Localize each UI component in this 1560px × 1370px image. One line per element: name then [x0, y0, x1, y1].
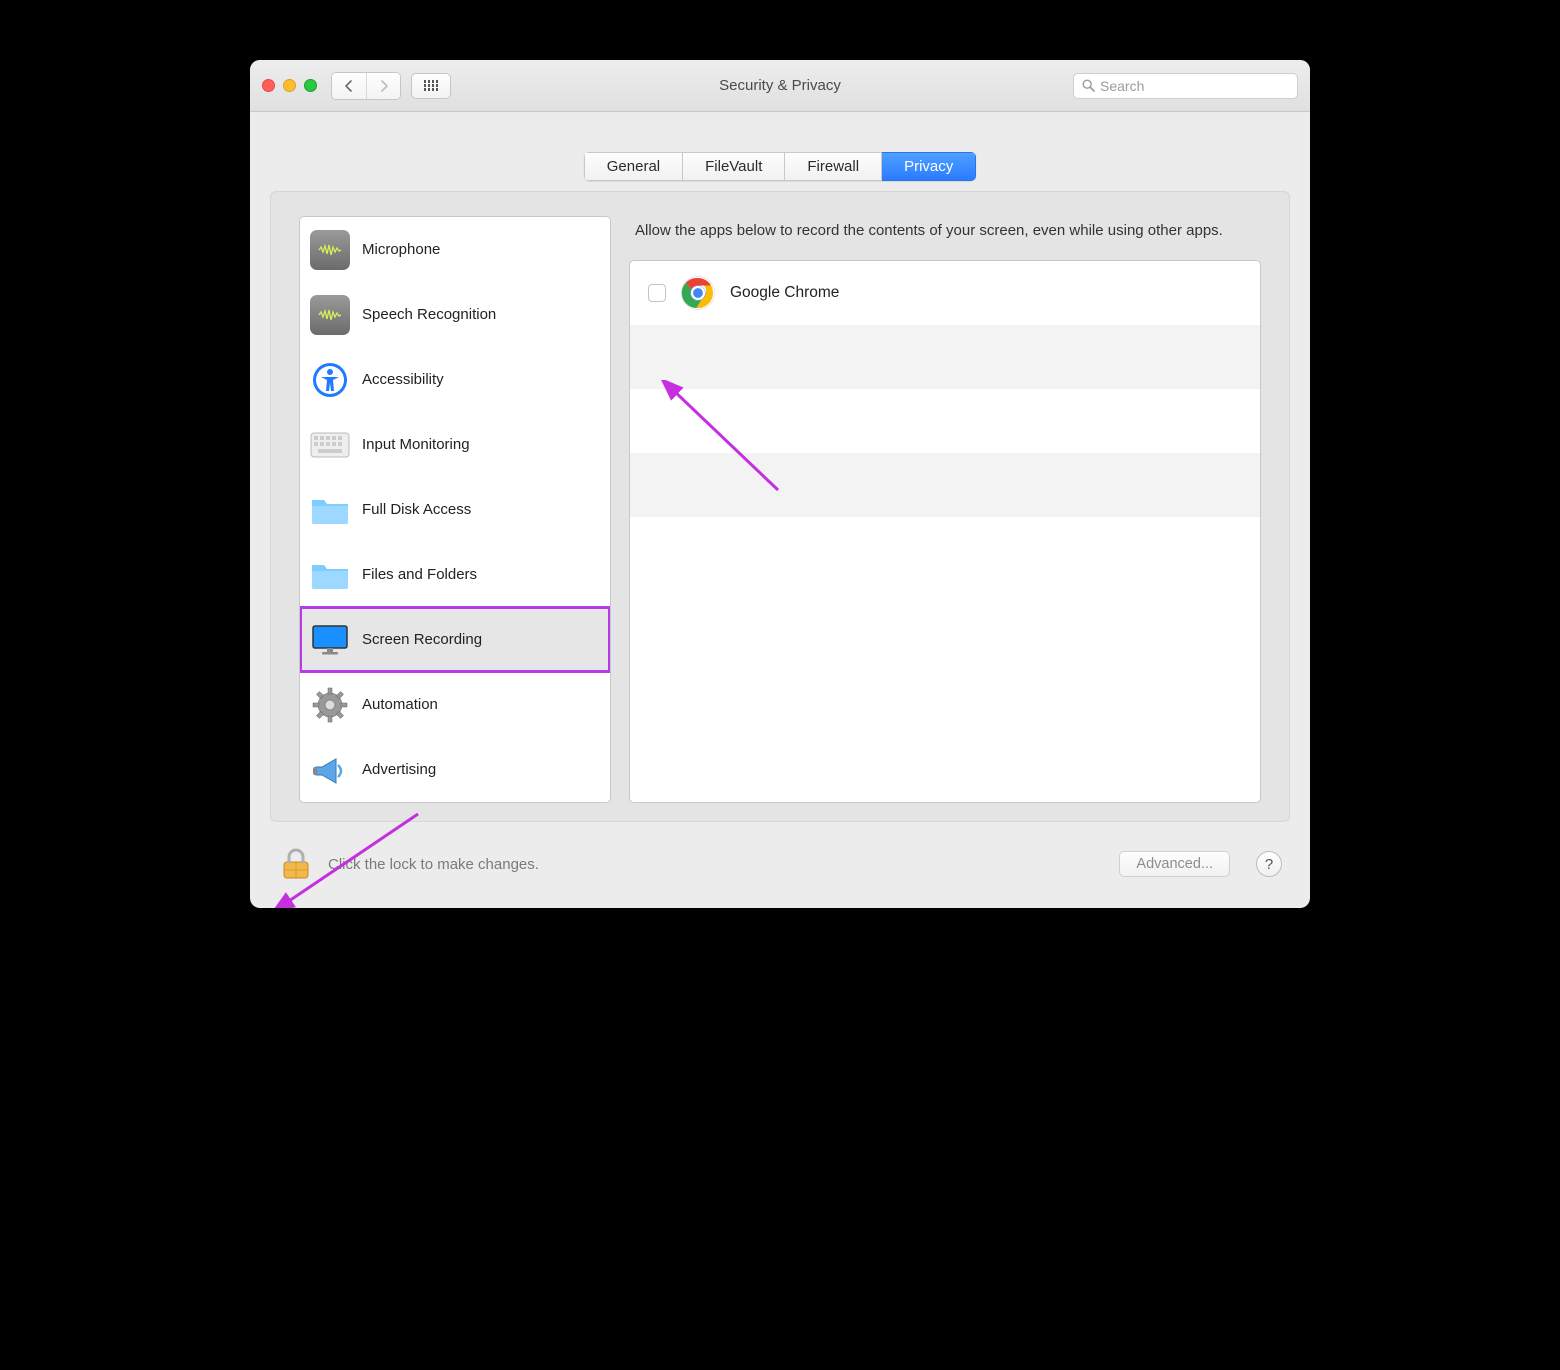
megaphone-icon	[310, 750, 350, 790]
keyboard-icon	[310, 425, 350, 465]
lock-text: Click the lock to make changes.	[328, 856, 539, 873]
sidebar-item-label: Microphone	[362, 241, 440, 258]
sidebar-item-label: Full Disk Access	[362, 501, 471, 518]
privacy-sidebar: Microphone Speech Recognition Acc	[299, 216, 611, 803]
show-all-button[interactable]	[411, 73, 451, 99]
sidebar-item-label: Screen Recording	[362, 631, 482, 648]
sidebar-item-advertising[interactable]: Advertising	[300, 737, 610, 802]
sidebar-item-files-folders[interactable]: Files and Folders	[300, 542, 610, 607]
search-icon	[1082, 79, 1095, 92]
sidebar-item-automation[interactable]: Automation	[300, 672, 610, 737]
app-row[interactable]: Google Chrome	[630, 261, 1260, 325]
close-button[interactable]	[262, 79, 275, 92]
titlebar: Security & Privacy	[250, 60, 1310, 112]
sidebar-item-label: Speech Recognition	[362, 306, 496, 323]
help-button[interactable]: ?	[1256, 851, 1282, 877]
zoom-button[interactable]	[304, 79, 317, 92]
app-row-empty	[630, 389, 1260, 453]
app-checkbox[interactable]	[648, 284, 666, 302]
app-row-empty	[630, 453, 1260, 517]
sidebar-item-label: Automation	[362, 696, 438, 713]
sidebar-item-label: Accessibility	[362, 371, 444, 388]
footer: Click the lock to make changes. Advanced…	[250, 840, 1310, 908]
sidebar-item-screen-recording[interactable]: Screen Recording	[300, 607, 610, 672]
sidebar-item-label: Input Monitoring	[362, 436, 470, 453]
main-content: Microphone Speech Recognition Acc	[270, 191, 1290, 822]
app-row-empty	[630, 325, 1260, 389]
panel-description: Allow the apps below to record the conte…	[629, 216, 1261, 260]
tab-firewall[interactable]: Firewall	[785, 152, 882, 181]
display-icon	[310, 620, 350, 660]
tab-privacy[interactable]: Privacy	[882, 152, 976, 181]
minimize-button[interactable]	[283, 79, 296, 92]
app-name: Google Chrome	[730, 284, 839, 302]
advanced-button[interactable]: Advanced...	[1119, 851, 1230, 877]
sidebar-item-input-monitoring[interactable]: Input Monitoring	[300, 412, 610, 477]
folder-icon	[310, 490, 350, 530]
sidebar-item-speech[interactable]: Speech Recognition	[300, 282, 610, 347]
chrome-icon	[680, 275, 716, 311]
tab-filevault[interactable]: FileVault	[683, 152, 785, 181]
microphone-icon	[310, 230, 350, 270]
accessibility-icon	[310, 360, 350, 400]
gear-icon	[310, 685, 350, 725]
tab-general[interactable]: General	[584, 152, 683, 181]
search-field[interactable]	[1073, 73, 1298, 99]
nav-buttons	[331, 72, 401, 100]
sidebar-item-microphone[interactable]: Microphone	[300, 217, 610, 282]
sidebar-item-accessibility[interactable]: Accessibility	[300, 347, 610, 412]
back-button[interactable]	[332, 73, 366, 99]
traffic-lights	[262, 79, 317, 92]
sidebar-item-label: Files and Folders	[362, 566, 477, 583]
folder-icon	[310, 555, 350, 595]
detail-panel: Allow the apps below to record the conte…	[629, 216, 1261, 803]
lock-icon[interactable]	[278, 846, 314, 882]
app-list: Google Chrome	[629, 260, 1261, 803]
tab-bar: General FileVault Firewall Privacy	[250, 112, 1310, 181]
preferences-window: Security & Privacy General FileVault Fir…	[250, 60, 1310, 908]
forward-button[interactable]	[366, 73, 400, 99]
grid-icon	[424, 80, 439, 91]
sidebar-item-full-disk[interactable]: Full Disk Access	[300, 477, 610, 542]
search-input[interactable]	[1100, 78, 1289, 94]
sidebar-item-label: Advertising	[362, 761, 436, 778]
speech-icon	[310, 295, 350, 335]
